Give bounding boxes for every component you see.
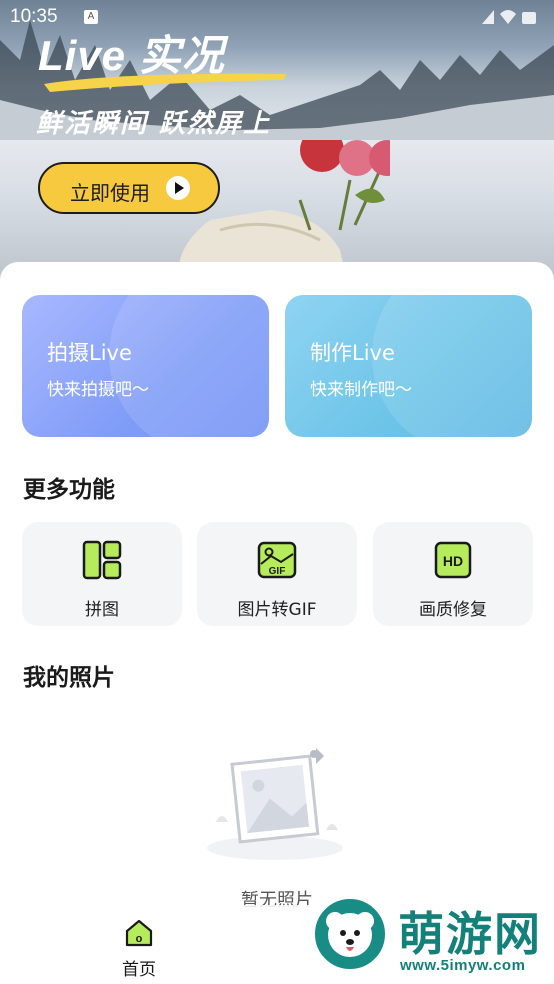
my-photos-title: 我的照片: [23, 665, 115, 691]
title-underline-stroke: [44, 73, 286, 92]
home-icon[interactable]: o: [124, 918, 154, 948]
tool-image-to-gif-label: 图片转GIF: [237, 600, 317, 620]
collage-icon: [82, 540, 122, 580]
make-live-card[interactable]: 制作Live 快来制作吧～: [285, 295, 532, 437]
shoot-live-card[interactable]: 拍摄Live 快来拍摄吧～: [22, 295, 269, 437]
shoot-live-title: 拍摄Live: [47, 341, 132, 365]
watermark-logo: [312, 896, 388, 972]
nav-home-label[interactable]: 首页: [104, 955, 174, 980]
hd-icon-text: HD: [443, 553, 463, 569]
tool-quality-repair[interactable]: HD 画质修复: [373, 522, 533, 626]
shoot-live-subtitle: 快来拍摄吧～: [47, 380, 149, 400]
tool-collage-label: 拼图: [85, 600, 119, 620]
dog-logo-icon: [326, 912, 374, 957]
home-icon-text: o: [136, 933, 143, 945]
watermark-title: 萌游网: [398, 907, 542, 961]
more-features-title: 更多功能: [23, 477, 115, 503]
tool-quality-repair-label: 画质修复: [419, 600, 487, 620]
watermark-url: www.5imyw.com: [400, 957, 526, 974]
hero-banner[interactable]: 10:35 A Live 实况 鲜活瞬间 跃然屏上 立即使用: [0, 0, 554, 292]
hd-icon: HD: [434, 541, 472, 579]
card-decoration: [109, 295, 269, 437]
empty-photo-illustration: [207, 748, 343, 860]
hero-subtitle: 鲜活瞬间 跃然屏上: [36, 109, 272, 139]
use-now-label: 立即使用: [70, 181, 150, 205]
card-decoration: [372, 295, 532, 437]
make-live-title: 制作Live: [310, 341, 395, 365]
signal-battery-icons: [482, 10, 536, 24]
gif-icon: GIF: [257, 541, 297, 579]
tool-image-to-gif[interactable]: GIF 图片转GIF: [197, 522, 357, 626]
tool-collage[interactable]: 拼图: [22, 522, 182, 626]
gif-icon-text: GIF: [269, 566, 286, 577]
make-live-subtitle: 快来制作吧～: [310, 380, 412, 400]
